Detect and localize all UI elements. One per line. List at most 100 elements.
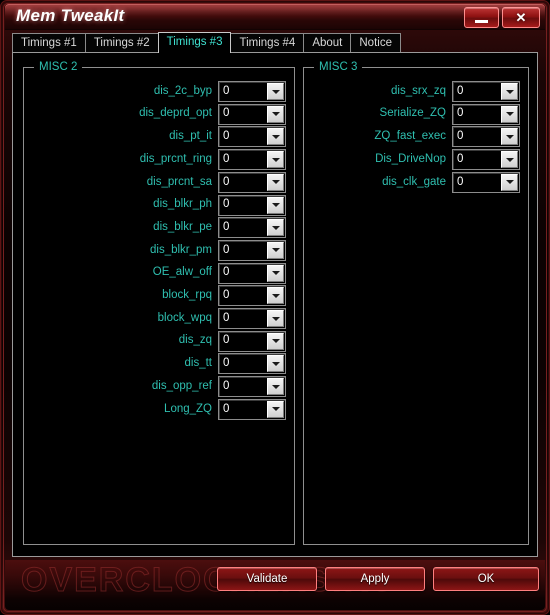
minimize-icon: [475, 20, 488, 23]
chevron-down-icon[interactable]: [501, 151, 518, 169]
chevron-down-icon[interactable]: [267, 196, 284, 214]
row-dis-zq: dis_zq 0: [32, 330, 290, 352]
combobox-dis-2c-byp[interactable]: 0: [218, 81, 286, 102]
label-dis-tt: dis_tt: [184, 357, 213, 370]
label-dis-blkr-pm: dis_blkr_pm: [150, 243, 212, 256]
label-serialize-zq: Serialize_ZQ: [379, 107, 446, 120]
row-dis-drivenop: Dis_DriveNop 0: [312, 149, 524, 171]
chevron-down-icon[interactable]: [501, 173, 518, 191]
chevron-down-glyph: [271, 293, 280, 298]
label-dis-blkr-ph: dis_blkr_ph: [153, 198, 212, 211]
combobox-value: 0: [223, 311, 230, 324]
row-serialize-zq: Serialize_ZQ 0: [312, 103, 524, 125]
chevron-down-glyph: [271, 248, 280, 253]
row-dis-prcnt-ring: dis_prcnt_ring 0: [32, 149, 290, 171]
combobox-long-zq[interactable]: 0: [218, 398, 286, 420]
chevron-down-glyph: [271, 271, 280, 276]
tab-timings-4[interactable]: Timings #4: [230, 33, 305, 53]
tab-timings-3[interactable]: Timings #3: [157, 32, 232, 53]
row-dis-clk-gate: dis_clk_gate 0: [312, 171, 524, 193]
tab-about[interactable]: About: [303, 33, 352, 53]
validate-button[interactable]: Validate: [217, 567, 317, 591]
combobox-dis-clk-gate[interactable]: 0: [452, 171, 520, 193]
chevron-down-icon[interactable]: [267, 241, 284, 259]
footer-bar: OVERCLOCKERS.RU Validate Apply OK: [5, 560, 545, 610]
combobox-dis-blkr-pe[interactable]: 0: [218, 217, 286, 239]
chevron-down-icon[interactable]: [267, 287, 284, 305]
combobox-dis-drivenop[interactable]: 0: [452, 149, 520, 171]
chevron-down-icon[interactable]: [267, 378, 284, 396]
combobox-zq-fast-exec[interactable]: 0: [452, 126, 520, 148]
tab-notice[interactable]: Notice: [350, 33, 401, 53]
chevron-down-icon[interactable]: [501, 105, 518, 123]
row-dis-pt-it: dis_pt_it 0: [32, 126, 290, 148]
label-dis-zq: dis_zq: [178, 334, 212, 347]
chevron-down-icon[interactable]: [267, 83, 284, 100]
chevron-down-icon[interactable]: [267, 128, 284, 146]
chevron-down-glyph: [271, 225, 280, 230]
window-controls: ✕: [464, 7, 540, 28]
combobox-value: 0: [457, 107, 464, 120]
combobox-dis-srx-zq[interactable]: 0: [452, 81, 520, 102]
app-window: Mem TweakIt ✕ Timings #1 Timings #2 Timing…: [0, 0, 550, 615]
label-dis-drivenop: Dis_DriveNop: [375, 152, 446, 165]
combobox-block-wpq[interactable]: 0: [218, 308, 286, 329]
row-block-rpq: block_rpq 0: [32, 285, 290, 307]
chevron-down-glyph: [271, 316, 280, 321]
row-dis-blkr-pe: dis_blkr_pe 0: [32, 217, 290, 239]
label-block-rpq: block_rpq: [162, 289, 212, 302]
chevron-down-icon[interactable]: [267, 264, 284, 282]
close-button[interactable]: ✕: [502, 7, 540, 28]
combobox-dis-deprd-opt[interactable]: 0: [218, 103, 286, 125]
title-bar[interactable]: Mem TweakIt ✕: [5, 4, 545, 30]
tab-timings-1[interactable]: Timings #1: [12, 33, 86, 53]
combobox-dis-blkr-ph[interactable]: 0: [218, 194, 286, 216]
chevron-down-icon[interactable]: [267, 173, 284, 191]
combobox-dis-opp-ref[interactable]: 0: [218, 376, 286, 398]
combobox-value: 0: [457, 84, 464, 97]
combobox-dis-tt[interactable]: 0: [218, 353, 286, 375]
app-title: Mem TweakIt: [16, 6, 125, 25]
combobox-dis-prcnt-sa[interactable]: 0: [218, 171, 286, 193]
chevron-down-glyph: [505, 112, 514, 117]
tab-timings-2[interactable]: Timings #2: [84, 33, 159, 53]
row-oe-alw-off: OE_alw_off 0: [32, 262, 290, 284]
chevron-down-icon[interactable]: [267, 105, 284, 123]
combobox-dis-zq[interactable]: 0: [218, 330, 286, 352]
label-block-wpq: block_wpq: [157, 311, 212, 324]
combobox-dis-prcnt-ring[interactable]: 0: [218, 149, 286, 171]
combobox-value: 0: [223, 402, 230, 415]
combobox-value: 0: [223, 198, 230, 211]
chevron-down-glyph: [505, 89, 514, 94]
label-dis-prcnt-sa: dis_prcnt_sa: [146, 175, 212, 188]
row-zq-fast-exec: ZQ_fast_exec 0: [312, 126, 524, 148]
chevron-down-icon[interactable]: [267, 310, 284, 327]
chevron-down-icon[interactable]: [267, 355, 284, 373]
groupbox-misc-3-title: MISC 3: [314, 61, 363, 74]
chevron-down-icon[interactable]: [267, 332, 284, 350]
combobox-serialize-zq[interactable]: 0: [452, 103, 520, 125]
minimize-button[interactable]: [464, 7, 499, 28]
label-dis-clk-gate: dis_clk_gate: [382, 175, 446, 188]
combobox-dis-blkr-pm[interactable]: 0: [218, 239, 286, 261]
tab-strip: Timings #1 Timings #2 Timings #3 Timings #4…: [12, 32, 538, 53]
chevron-down-icon[interactable]: [501, 83, 518, 100]
combobox-value: 0: [223, 220, 230, 233]
label-dis-pt-it: dis_pt_it: [169, 130, 212, 143]
apply-button[interactable]: Apply: [325, 567, 425, 591]
ok-button[interactable]: OK: [433, 567, 539, 591]
row-dis-tt: dis_tt 0: [32, 353, 290, 375]
chevron-down-glyph: [271, 384, 280, 389]
combobox-value: 0: [457, 175, 464, 188]
label-zq-fast-exec: ZQ_fast_exec: [374, 130, 446, 143]
label-long-zq: Long_ZQ: [164, 402, 212, 415]
chevron-down-icon[interactable]: [501, 128, 518, 146]
chevron-down-icon[interactable]: [267, 219, 284, 237]
combobox-value: 0: [223, 152, 230, 165]
combobox-value: 0: [457, 152, 464, 165]
combobox-dis-pt-it[interactable]: 0: [218, 126, 286, 148]
combobox-oe-alw-off[interactable]: 0: [218, 262, 286, 284]
chevron-down-icon[interactable]: [267, 400, 284, 418]
chevron-down-icon[interactable]: [267, 151, 284, 169]
combobox-block-rpq[interactable]: 0: [218, 285, 286, 307]
